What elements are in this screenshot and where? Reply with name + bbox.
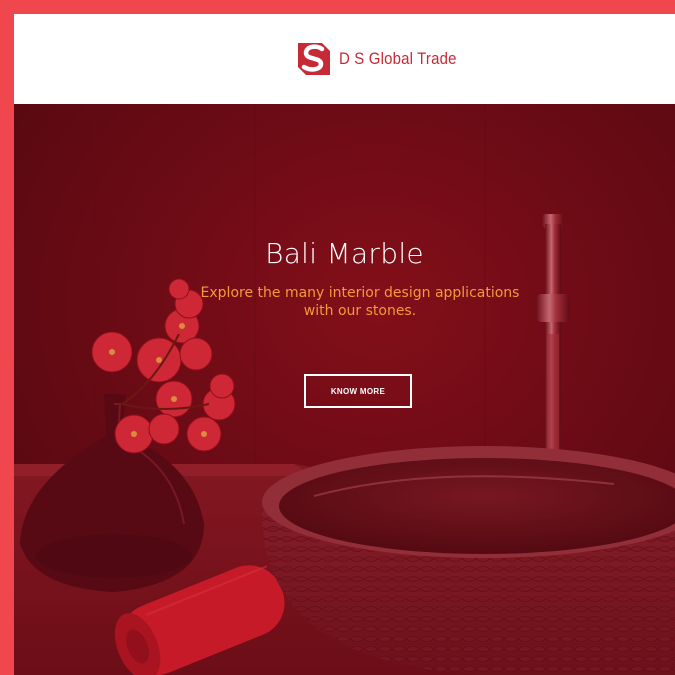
- hero-subtitle: Explore the many interior design applica…: [200, 285, 520, 319]
- hero-banner: Bali Marble Explore the many interior de…: [14, 104, 675, 675]
- ds-logo-icon: [298, 43, 330, 75]
- site-header: D S Global Trade: [14, 14, 675, 104]
- hero-title: Bali Marble: [265, 237, 424, 270]
- page-frame: D S Global Trade Bali Marble Explore the…: [14, 14, 675, 675]
- brand-logo[interactable]: D S Global Trade: [295, 37, 473, 81]
- know-more-button[interactable]: KNOW MORE: [304, 374, 412, 408]
- brand-name: D S Global Trade: [339, 49, 457, 68]
